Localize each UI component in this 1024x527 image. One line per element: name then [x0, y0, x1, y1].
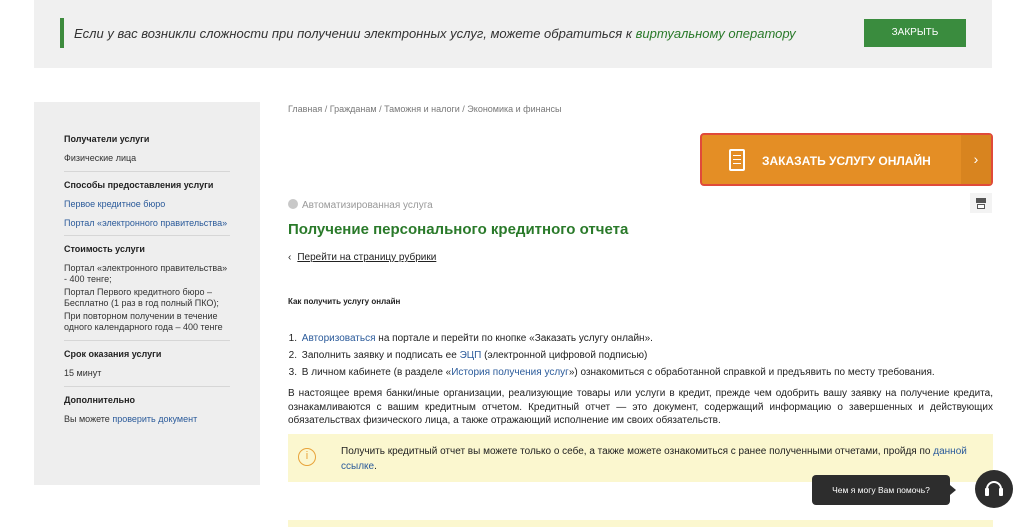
order-online-label: ЗАКАЗАТЬ УСЛУГУ ОНЛАЙН — [762, 154, 931, 168]
recipients-value: Физические лица — [64, 153, 137, 163]
methods-title: Способы предоставления услуги — [64, 180, 214, 190]
divider — [64, 340, 230, 341]
cost-title: Стоимость услуги — [64, 244, 145, 254]
step-text: на портале и перейти по кнопке «Заказать… — [375, 333, 653, 344]
extra-text-body: Вы можете — [64, 414, 113, 424]
virtual-operator-link[interactable]: виртуальному оператору — [636, 26, 796, 41]
next-info-box — [288, 520, 993, 527]
cost-line: Портал Первого кредитного бюро – Бесплат… — [64, 287, 219, 308]
info-text-end: . — [374, 461, 377, 472]
extra-title: Дополнительно — [64, 395, 136, 405]
notice-banner: Если у вас возникли сложности при получе… — [34, 0, 992, 68]
step-number: 1. — [288, 333, 297, 344]
cost-line: При повторном получении в течение одного… — [64, 311, 223, 332]
divider — [64, 235, 230, 236]
service-type: Автоматизированная услуга — [288, 199, 433, 211]
method-link-egov[interactable]: Портал «электронного правительства» — [64, 218, 230, 228]
divider — [64, 386, 230, 387]
extra-text: Вы можете проверить документ — [64, 414, 230, 425]
sidebar: Получатели услуги Физические лица Способ… — [34, 102, 260, 485]
steps-list: 1. Авторизоваться на портале и перейти п… — [285, 330, 935, 381]
step-text: ») ознакомиться с обработанной справкой … — [568, 367, 935, 378]
gear-icon — [288, 199, 298, 209]
list-item: 2. Заполнить заявку и подписать ее ЭЦП (… — [285, 347, 935, 364]
step-text: Заполнить заявку и подписать ее — [301, 350, 460, 361]
list-item: 1. Авторизоваться на портале и перейти п… — [285, 330, 935, 347]
info-text-body: Получить кредитный отчет вы можете тольк… — [341, 446, 934, 457]
info-text: Получить кредитный отчет вы можете тольк… — [341, 444, 981, 474]
notice-text: Если у вас возникли сложности при получе… — [74, 26, 796, 41]
service-type-label: Автоматизированная услуга — [302, 200, 433, 211]
check-document-link[interactable]: проверить документ — [112, 414, 197, 424]
order-online-button[interactable]: ЗАКАЗАТЬ УСЛУГУ ОНЛАЙН › — [700, 133, 993, 186]
back-to-rubric-link[interactable]: ‹ Перейти на страницу рубрики — [288, 252, 436, 263]
back-link-label: Перейти на страницу рубрики — [297, 252, 437, 263]
method-link-credit-bureau[interactable]: Первое кредитное бюро — [64, 199, 230, 209]
ecp-link[interactable]: ЭЦП — [460, 350, 482, 361]
description-paragraph: В настоящее время банки/иные организации… — [288, 388, 993, 426]
step-text: (электронной цифровой подписью) — [481, 350, 648, 361]
divider — [64, 171, 230, 172]
headset-icon[interactable] — [975, 470, 1013, 508]
print-icon[interactable] — [970, 193, 992, 213]
notice-text-body: Если у вас возникли сложности при получе… — [74, 26, 636, 41]
list-item: 3. В личном кабинете (в разделе «История… — [285, 364, 935, 381]
document-icon — [729, 149, 745, 171]
cost-line: Портал «электронного правительства» - 40… — [64, 263, 228, 284]
service-history-link[interactable]: История получения услуг — [451, 367, 569, 378]
step-number: 2. — [288, 350, 297, 361]
breadcrumb[interactable]: Главная / Гражданам / Таможня и налоги /… — [288, 104, 562, 114]
term-value: 15 минут — [64, 368, 102, 378]
page-title: Получение персонального кредитного отчет… — [288, 221, 629, 238]
chevron-left-icon: ‹ — [288, 252, 292, 263]
howto-title: Как получить услугу онлайн — [288, 297, 401, 306]
close-button[interactable]: ЗАКРЫТЬ — [864, 19, 966, 47]
step-text: В личном кабинете (в разделе « — [301, 367, 452, 378]
help-tooltip[interactable]: Чем я могу Вам помочь? — [812, 475, 956, 505]
authorize-link[interactable]: Авторизоваться — [302, 333, 376, 344]
chevron-right-icon: › — [961, 135, 991, 184]
step-number: 3. — [288, 367, 297, 378]
term-title: Срок оказания услуги — [64, 349, 162, 359]
recipients-title: Получатели услуги — [64, 134, 150, 144]
info-icon: i — [298, 448, 316, 466]
notice-accent-bar — [60, 18, 64, 48]
